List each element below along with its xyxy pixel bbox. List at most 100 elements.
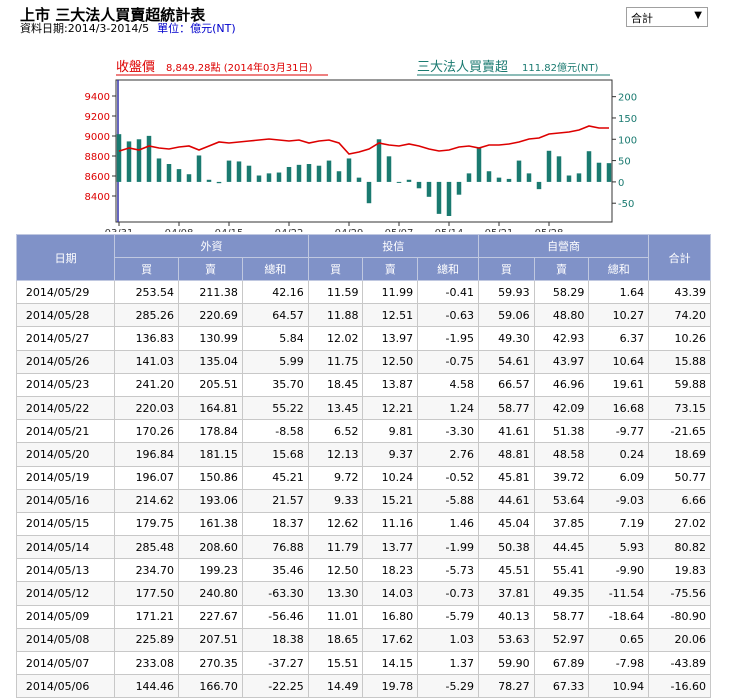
table-row: 2014/05/23 241.20 205.51 35.70 18.45 13.87 4.5… xyxy=(15,372,711,397)
value-cell: -0.41 xyxy=(417,279,479,305)
net-buysell-table: 日期 外資 投信 自營商 合計 買 賣 總和 買 賣 總和 買 賣 總和 201… xyxy=(15,234,711,698)
value-cell: 0.24 xyxy=(588,442,650,467)
table-row: 2014/05/09 171.21 227.67 -56.46 11.01 16.80 -5… xyxy=(15,604,711,629)
x-tick-label: 05/07 xyxy=(385,228,414,232)
value-cell: -0.63 xyxy=(417,303,479,328)
value-cell: 240.80 xyxy=(178,581,243,606)
value-cell: -5.29 xyxy=(417,674,479,698)
net-bar xyxy=(466,173,472,182)
value-cell: 10.24 xyxy=(362,465,419,490)
date-cell: 2014/05/29 xyxy=(15,279,116,305)
value-cell: 13.87 xyxy=(362,372,419,397)
value-cell: 196.07 xyxy=(114,465,180,490)
table-row: 2014/05/07 233.08 270.35 -37.27 15.51 14.15 1.… xyxy=(15,650,711,676)
value-cell: 241.20 xyxy=(114,372,180,397)
value-cell: 67.33 xyxy=(533,674,590,698)
value-cell: 67.89 xyxy=(533,650,590,676)
value-cell: 58.29 xyxy=(533,279,590,305)
table-row: 2014/05/28 285.26 220.69 64.57 11.88 12.51 -0.… xyxy=(15,303,711,328)
value-cell: -43.89 xyxy=(648,650,711,676)
value-cell: -7.98 xyxy=(588,650,650,676)
value-cell: 7.19 xyxy=(588,511,650,537)
subheader-foreign-net: 總和 xyxy=(241,257,309,281)
table-body: 2014/05/29 253.54 211.38 42.16 11.59 11.99 -0.… xyxy=(15,279,711,698)
value-cell: -16.60 xyxy=(648,674,711,698)
right-tick-label: -50 xyxy=(618,199,634,210)
header-trust: 投信 xyxy=(307,234,479,258)
value-cell: 9.81 xyxy=(362,419,419,444)
value-cell: 41.61 xyxy=(477,419,535,444)
value-cell: 39.72 xyxy=(533,465,590,490)
table-row: 2014/05/20 196.84 181.15 15.68 12.13 9.37 2.76… xyxy=(15,442,711,467)
value-cell: 18.65 xyxy=(307,627,364,653)
value-cell: 12.62 xyxy=(307,511,364,537)
value-cell: 42.16 xyxy=(241,279,309,305)
value-cell: 11.59 xyxy=(307,279,364,305)
value-cell: 58.77 xyxy=(477,395,535,421)
subheader-trust-net: 總和 xyxy=(417,257,479,281)
value-cell: 18.69 xyxy=(648,442,711,467)
value-cell: 15.88 xyxy=(648,349,711,374)
chart-area: 收盤價 8,849.28點 (2014年03月31日) 三大法人買賣超 111.82億… xyxy=(0,52,747,232)
value-cell: 35.70 xyxy=(241,372,309,397)
net-bar xyxy=(186,174,192,182)
net-bar xyxy=(446,181,452,216)
value-cell: 234.70 xyxy=(114,558,180,583)
combo-chart: 收盤價 8,849.28點 (2014年03月31日) 三大法人買賣超 111.82億… xyxy=(85,60,638,232)
net-bar xyxy=(606,163,612,182)
net-bar xyxy=(376,139,382,182)
value-cell: -5.73 xyxy=(417,558,479,583)
net-bar xyxy=(166,164,172,182)
value-cell: 4.58 xyxy=(417,372,479,397)
subheader-trust-sell: 賣 xyxy=(362,257,419,281)
value-cell: 11.01 xyxy=(307,604,364,629)
value-cell: -37.27 xyxy=(241,650,309,676)
net-bar xyxy=(456,181,462,195)
net-bar xyxy=(276,172,282,182)
value-cell: 1.37 xyxy=(417,650,479,676)
net-bar xyxy=(136,139,142,182)
value-cell: 1.24 xyxy=(417,395,479,421)
net-bar xyxy=(426,181,432,197)
value-cell: 18.38 xyxy=(241,627,309,653)
value-cell: 19.78 xyxy=(362,674,419,698)
value-cell: 177.50 xyxy=(114,581,180,606)
date-cell: 2014/05/09 xyxy=(15,604,116,629)
date-cell: 2014/05/21 xyxy=(15,419,116,444)
value-cell: 5.84 xyxy=(241,326,309,351)
summary-type-select[interactable]: 合計 ▼ xyxy=(626,7,708,27)
date-cell: 2014/05/23 xyxy=(15,372,116,397)
value-cell: -75.56 xyxy=(648,581,711,606)
table-row: 2014/05/27 136.83 130.99 5.84 12.02 13.97 -1.9… xyxy=(15,326,711,351)
value-cell: 45.04 xyxy=(477,511,535,537)
value-cell: 161.38 xyxy=(178,511,243,537)
value-cell: 285.48 xyxy=(114,535,180,560)
value-cell: 207.51 xyxy=(178,627,243,653)
value-cell: 14.15 xyxy=(362,650,419,676)
header-dealer: 自營商 xyxy=(477,234,650,258)
value-cell: 214.62 xyxy=(114,488,180,513)
x-tick-label: 04/22 xyxy=(275,228,304,232)
value-cell: 20.06 xyxy=(648,627,711,653)
value-cell: 130.99 xyxy=(178,326,243,351)
value-cell: 13.45 xyxy=(307,395,364,421)
value-cell: -0.73 xyxy=(417,581,479,606)
value-cell: 53.64 xyxy=(533,488,590,513)
value-cell: 11.79 xyxy=(307,535,364,560)
value-cell: 55.22 xyxy=(241,395,309,421)
value-cell: -18.64 xyxy=(588,604,650,629)
value-cell: 6.52 xyxy=(307,419,364,444)
value-cell: 19.61 xyxy=(588,372,650,397)
subheader-trust-buy: 買 xyxy=(307,257,364,281)
table-row: 2014/05/12 177.50 240.80 -63.30 13.30 14.03 -0… xyxy=(15,581,711,606)
value-cell: 270.35 xyxy=(178,650,243,676)
value-cell: 199.23 xyxy=(178,558,243,583)
net-bar xyxy=(236,161,242,182)
value-cell: 37.85 xyxy=(533,511,590,537)
value-cell: 136.83 xyxy=(114,326,180,351)
value-cell: 233.08 xyxy=(114,650,180,676)
value-cell: 78.27 xyxy=(477,674,535,698)
net-bar xyxy=(416,181,422,189)
value-cell: 37.81 xyxy=(477,581,535,606)
x-tick-label: 05/21 xyxy=(485,228,514,232)
